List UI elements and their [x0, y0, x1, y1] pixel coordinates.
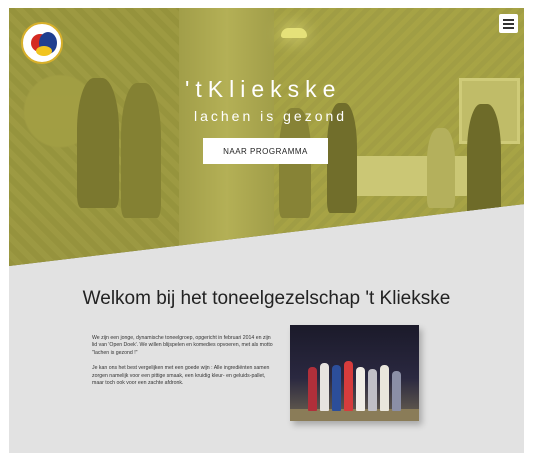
intro-paragraph-2: Je kan ons het best vergelijken met een …: [92, 365, 270, 387]
intro-text: We zijn een jonge, dynamische toneelgroe…: [92, 335, 274, 395]
hero-title: 'tKliekske: [185, 76, 342, 102]
page-frame: 'tKliekske lachen is gezond NAAR PROGRAM…: [9, 8, 524, 453]
hero-color-overlay: [9, 8, 524, 266]
hero-subtitle: lachen is gezond: [194, 108, 348, 124]
program-button[interactable]: NAAR PROGRAMMA: [203, 138, 328, 164]
theater-logo-icon[interactable]: [21, 22, 63, 64]
cast-photo: [290, 325, 419, 421]
intro-paragraph-1: We zijn een jonge, dynamische toneelgroe…: [92, 335, 273, 356]
hamburger-menu-icon[interactable]: [499, 14, 518, 33]
hero-banner: 'tKliekske lachen is gezond NAAR PROGRAM…: [9, 8, 524, 266]
welcome-heading: Welkom bij het toneelgezelschap 't Kliek…: [82, 288, 451, 309]
